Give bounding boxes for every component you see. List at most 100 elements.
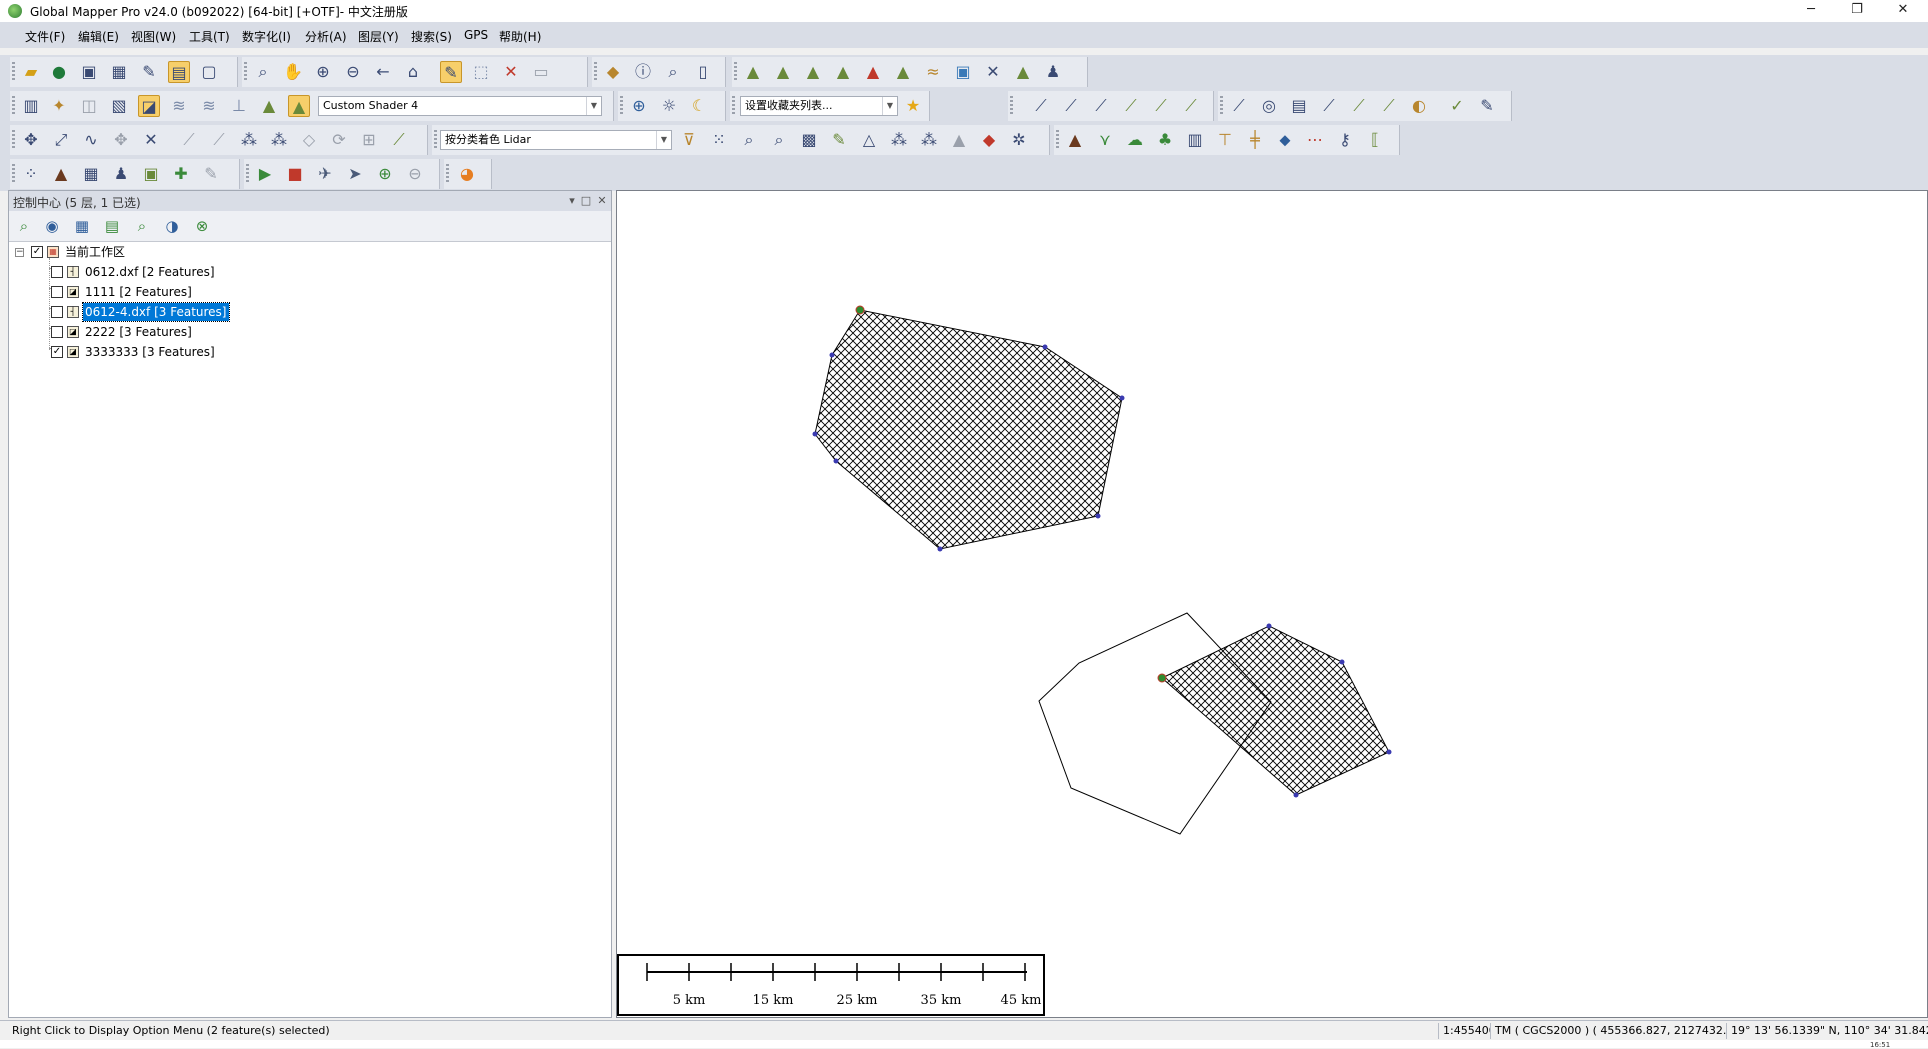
measure-icon[interactable]: ◆ — [602, 61, 624, 83]
minimize-button[interactable]: ─ — [1788, 0, 1834, 22]
layer-checkbox[interactable] — [51, 266, 63, 278]
sun-icon[interactable]: ☼ — [658, 95, 680, 117]
menu-file[interactable]: 文件(F) — [25, 28, 65, 45]
bracket-icon[interactable]: ⟦ — [1364, 129, 1386, 151]
polygon-feature-a[interactable] — [814, 309, 1123, 550]
filter-icon[interactable]: ⊽ — [678, 129, 700, 151]
home-icon[interactable]: ⌂ — [402, 61, 424, 83]
toolbar-grip[interactable] — [246, 164, 249, 184]
menu-view[interactable]: 视图(W) — [131, 28, 176, 45]
delete-feature-icon[interactable]: ✕ — [500, 61, 522, 83]
contour-icon[interactable]: ≈ — [922, 61, 944, 83]
satellite-icon[interactable]: ✕ — [982, 61, 1004, 83]
menu-layer[interactable]: 图层(Y) — [358, 28, 399, 45]
digitize-line-1-icon[interactable]: ⟋ — [1030, 95, 1052, 117]
collapse-icon[interactable]: − — [15, 248, 24, 257]
wrench-icon[interactable]: ✎ — [138, 61, 160, 83]
info-icon[interactable]: ⓘ — [632, 61, 654, 83]
chevron-down-icon[interactable]: ▼ — [656, 131, 671, 149]
remove-layer-icon[interactable]: ⊖ — [404, 163, 426, 185]
toolbar-grip[interactable] — [1056, 130, 1059, 150]
open-folder-icon[interactable]: ▰ — [20, 61, 42, 83]
chevron-down-icon[interactable]: ▼ — [882, 97, 897, 115]
plane-icon[interactable]: ✈ — [314, 163, 336, 185]
restore-button[interactable]: ❐ — [1834, 0, 1880, 22]
back-arrow-icon[interactable]: ← — [372, 61, 394, 83]
scale-icon[interactable]: ⤢ — [50, 129, 72, 151]
toolbar-grip[interactable] — [734, 62, 737, 82]
toolbar-grip[interactable] — [434, 130, 437, 150]
toolbar-grip[interactable] — [12, 164, 15, 184]
map-canvas[interactable] — [617, 191, 1928, 1018]
vertex-marker[interactable] — [1386, 749, 1392, 755]
shade-icon[interactable]: ✦ — [48, 95, 70, 117]
toolbar-grip[interactable] — [1220, 96, 1223, 116]
save-icon[interactable]: ▣ — [78, 61, 100, 83]
terrain-3-icon[interactable]: ▲ — [802, 61, 824, 83]
terrain-5-icon[interactable]: ▲ — [862, 61, 884, 83]
digitize-line-6-icon[interactable]: ⟋ — [1180, 95, 1202, 117]
overlay-control-icon[interactable]: ▤ — [168, 61, 190, 83]
toolbar-grip[interactable] — [12, 130, 15, 150]
ruler-icon[interactable]: ▤ — [1288, 95, 1310, 117]
layer-checkbox[interactable] — [51, 326, 63, 338]
points-icon[interactable]: ⁘ — [20, 163, 42, 185]
layers-stack-icon[interactable]: ◆ — [978, 129, 1000, 151]
root-checkbox[interactable]: ✓ — [31, 246, 43, 258]
digitize-line-4-icon[interactable]: ⟋ — [1120, 95, 1142, 117]
layer-checkbox[interactable]: ✓ — [51, 346, 63, 358]
feature-search-icon[interactable]: ⌕ — [662, 61, 684, 83]
circle-tool-icon[interactable]: ◎ — [1258, 95, 1280, 117]
measure-line-icon[interactable]: ⟋ — [1378, 95, 1400, 117]
lidar-query-icon[interactable]: ⌕ — [768, 129, 790, 151]
terrain-1-icon[interactable]: ▲ — [742, 61, 764, 83]
snap-icon[interactable]: ✕ — [140, 129, 162, 151]
fountain-icon[interactable]: ⊥ — [228, 95, 250, 117]
pole-icon[interactable]: ⊤ — [1214, 129, 1236, 151]
terrain-outline-icon[interactable]: ▲ — [948, 129, 970, 151]
add-layer-icon[interactable]: ⊕ — [374, 163, 396, 185]
toolbar-grip[interactable] — [446, 164, 449, 184]
layer-row[interactable]: ┤ 0612.dxf [2 Features] — [9, 263, 249, 281]
favorites-select[interactable]: 设置收藏夹列表... ▼ — [740, 96, 898, 116]
star-icon[interactable]: ★ — [902, 95, 924, 117]
play-icon[interactable]: ▶ — [254, 163, 276, 185]
layer-checkbox[interactable] — [51, 286, 63, 298]
toolbar-grip[interactable] — [594, 62, 597, 82]
close-button[interactable]: ✕ — [1880, 0, 1926, 22]
digitize-line-2-icon[interactable]: ⟋ — [1060, 95, 1082, 117]
toolbar-grip[interactable] — [12, 62, 15, 82]
vertex-marker[interactable] — [937, 546, 943, 552]
image-icon[interactable]: ▣ — [952, 61, 974, 83]
menu-gps[interactable]: GPS — [464, 28, 488, 42]
vertex-marker[interactable] — [1266, 623, 1272, 629]
plugin-icon[interactable]: ✚ — [170, 163, 192, 185]
mountain-shader-icon[interactable]: ▲ — [288, 95, 310, 117]
vertex-marker[interactable] — [1157, 673, 1167, 683]
bush-icon[interactable]: ☁ — [1124, 129, 1146, 151]
edit-pencil-icon[interactable]: ✎ — [440, 61, 462, 83]
digitize-line-3-icon[interactable]: ⟋ — [1090, 95, 1112, 117]
area-fill-icon[interactable]: ◐ — [1408, 95, 1430, 117]
building-icon[interactable]: ▥ — [1184, 129, 1206, 151]
layer-options-icon[interactable]: ▤ — [101, 215, 123, 237]
vertex-marker[interactable] — [812, 431, 818, 437]
digitize-line-5-icon[interactable]: ⟋ — [1150, 95, 1172, 117]
select-box-icon[interactable]: ⬚ — [470, 61, 492, 83]
vertex-marker[interactable] — [1042, 344, 1048, 350]
polygon-feature-c-selected[interactable] — [1161, 625, 1390, 796]
move-disabled-icon[interactable]: ✥ — [110, 129, 132, 151]
grid-globe-icon[interactable]: ⊕ — [628, 95, 650, 117]
path-icon[interactable]: ∿ — [80, 129, 102, 151]
tag-line-icon[interactable]: ⟋ — [1348, 95, 1370, 117]
close-layer-icon[interactable]: ⊗ — [191, 215, 213, 237]
vertex-marker[interactable] — [1095, 513, 1101, 519]
line-tool-2-icon[interactable]: ⟋ — [208, 129, 230, 151]
terrain-6-icon[interactable]: ▲ — [892, 61, 914, 83]
vertex-marker[interactable] — [1293, 792, 1299, 798]
edit-vertex-icon[interactable]: ⟋ — [1228, 95, 1250, 117]
lidar-color-select[interactable]: 按分类着色 Lidar ▼ — [440, 130, 672, 150]
key-icon[interactable]: ⚷ — [1334, 129, 1356, 151]
monitor-icon[interactable]: ▣ — [140, 163, 162, 185]
vertex-edit-icon[interactable]: ⁂ — [238, 129, 260, 151]
